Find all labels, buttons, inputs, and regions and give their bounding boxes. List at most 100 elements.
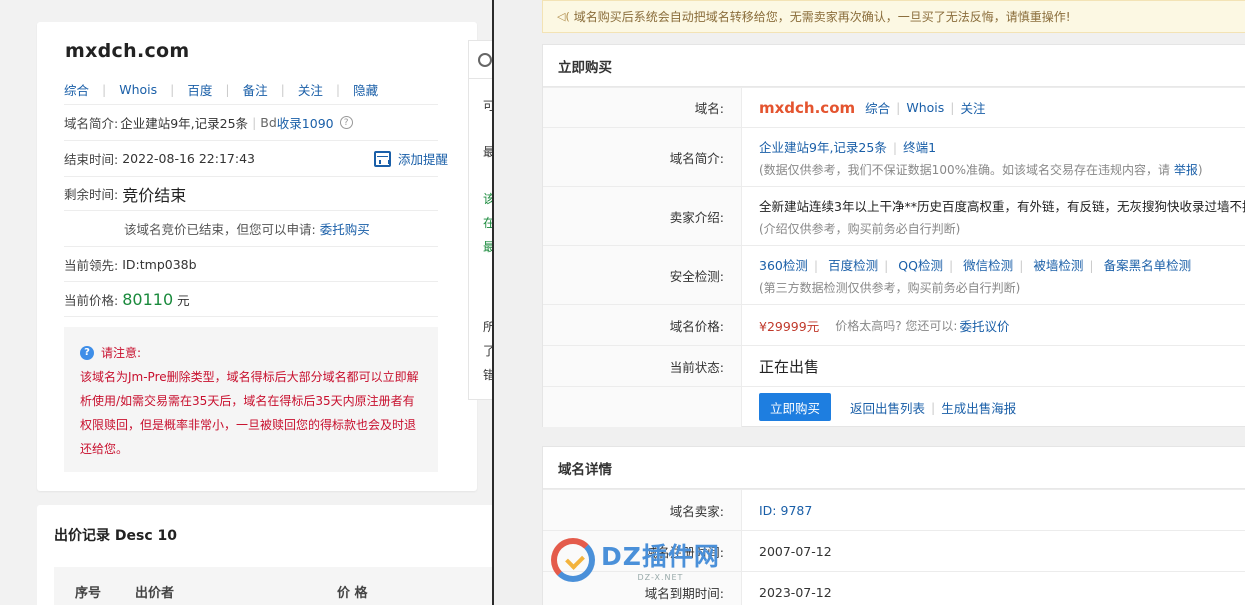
entrust-buy-link[interactable]: 委托购买 <box>320 219 370 238</box>
intro-label: 域名简介: <box>64 116 119 131</box>
link-baidu[interactable]: 百度 <box>187 80 212 99</box>
side-info-card: 可 最 该 在 最 所 了 错 <box>468 40 493 400</box>
seller-intro-row: 卖家介绍: 全新建站连续3年以上干净**历史百度高权重，有外链，有反链，无灰搜狗… <box>543 186 1245 245</box>
help-icon[interactable]: ? <box>339 116 353 129</box>
col-no: 序号 <box>75 586 102 601</box>
bd-label: Bd <box>260 115 277 130</box>
domain-auction-card: mxdch.com 综合 | Whois | 百度 | 备注 | 关注 | 隐藏 域名简介… <box>37 22 477 491</box>
price-hint: 价格太高吗? 您还可以: <box>835 318 958 333</box>
seller-label: 域名卖家: <box>543 490 742 530</box>
warning-text: 域名购买后系统会自动把域名转移给您，无需卖家再次确认，一旦买了无法反悔，请慎重操… <box>573 10 1071 24</box>
end-time-row: 结束时间: 2022-08-16 22:17:43 添加提醒 <box>64 140 448 176</box>
ended-note-row: 该域名竞价已结束，但您可以申请: 委托购买 <box>64 210 438 246</box>
col-bidder: 出价者 <box>135 586 175 601</box>
notice-title: 请注意: <box>101 346 142 360</box>
left-window: mxdch.com 综合 | Whois | 百度 | 备注 | 关注 | 隐藏 域名简介… <box>0 0 493 605</box>
notice-box: ? 请注意: 该域名为Jm-Pre删除类型，域名得标后大部分域名都可以立即解析使… <box>64 327 438 472</box>
intro-disclaimer-end: ) <box>1197 162 1203 177</box>
domain-label: 域名: <box>543 88 742 127</box>
link-note[interactable]: 备注 <box>243 80 268 99</box>
domain-link-summary[interactable]: 综合 <box>865 98 890 117</box>
end-time-value: 2022-08-16 22:17:43 <box>122 151 255 166</box>
link-follow[interactable]: 关注 <box>298 80 323 99</box>
price-label: 当前价格: <box>64 292 119 308</box>
right-window: ◁( 域名购买后系统会自动把域名转移给您，无需卖家再次确认，一旦买了无法反悔，请… <box>494 0 1245 605</box>
check-icp-blacklist[interactable]: 备案黑名单检测 <box>1104 258 1192 273</box>
domain-intro-row: 域名简介: 企业建站9年,记录25条 | 终端1 (数据仅供参考，我们不保证数据10… <box>543 127 1245 186</box>
domain-title: mxdch.com <box>65 40 190 62</box>
add-reminder-label: 添加提醒 <box>397 152 448 167</box>
detail-panel-title: 域名详情 <box>543 447 1245 489</box>
price-row: 当前价格: 80110 元 <box>64 281 438 317</box>
notice-text: 该域名为Jm-Pre删除类型，域名得标后大部分域名都可以立即解析使用/如需交易需… <box>80 370 419 456</box>
price-value: 80110 <box>122 289 174 309</box>
domain-intro-label: 域名简介: <box>543 128 742 186</box>
seller-id-link[interactable]: ID: 9787 <box>759 503 1245 518</box>
leader-row: 当前领先: ID:tmp038b <box>64 246 438 281</box>
domain-intro-value[interactable]: 企业建站9年,记录25条 <box>759 140 887 155</box>
watermark-text: DZ插件网 <box>601 542 720 571</box>
check-wechat[interactable]: 微信检测 <box>963 258 1013 273</box>
add-reminder-button[interactable]: 添加提醒 <box>373 149 448 168</box>
report-link[interactable]: 举报 <box>1174 163 1198 177</box>
watermark: DZ插件网 DZ-X.NET <box>551 537 720 582</box>
seller-intro-label: 卖家介绍: <box>543 187 742 245</box>
security-row: 安全检测: 360检测 | 百度检测 | QQ检测 | 微信检测 | 被墙检测 | 备案黑… <box>543 245 1245 304</box>
domain-link-whois[interactable]: Whois <box>906 100 944 115</box>
check-baidu[interactable]: 百度检测 <box>828 258 878 273</box>
check-360[interactable]: 360检测 <box>759 258 808 273</box>
domain-link-follow[interactable]: 关注 <box>961 98 986 117</box>
seller-row: 域名卖家: ID: 9787 <box>543 489 1245 530</box>
col-price: 价 格 <box>337 586 368 601</box>
domain-tool-links: 综合 | Whois | 百度 | 备注 | 关注 | 隐藏 <box>64 80 379 99</box>
security-label: 安全检测: <box>543 246 742 304</box>
bid-records-card: 出价记录 Desc 10 序号 出价者 价 格 <box>37 505 493 605</box>
link-whois[interactable]: Whois <box>119 82 157 97</box>
domain-price: ¥29999元 <box>759 318 820 334</box>
price-row-right: 域名价格: ¥29999元 价格太高吗? 您还可以: 委托议价 <box>543 304 1245 345</box>
speaker-icon: ◁( <box>557 10 570 23</box>
bid-table-header: 序号 出价者 价 格 <box>54 567 493 605</box>
status-label: 当前状态: <box>543 346 742 386</box>
security-note: (第三方数据检测仅供参考，购买前务必自行判断) <box>759 280 1021 295</box>
bid-records-title: 出价记录 Desc 10 <box>54 528 177 544</box>
warning-banner: ◁( 域名购买后系统会自动把域名转移给您，无需卖家再次确认，一旦买了无法反悔，请… <box>542 0 1245 33</box>
negotiate-link[interactable]: 委托议价 <box>959 316 1009 335</box>
poster-link[interactable]: 生成出售海报 <box>941 398 1016 417</box>
action-label-cell <box>543 387 742 427</box>
check-qq[interactable]: QQ检测 <box>898 258 943 273</box>
intro-value: 企业建站9年,记录25条 <box>120 116 249 131</box>
check-blocked[interactable]: 被墙检测 <box>1033 258 1083 273</box>
buy-now-button[interactable]: 立即购买 <box>759 393 831 421</box>
domain-price-label: 域名价格: <box>543 305 742 345</box>
remaining-label: 剩余时间: <box>64 187 119 202</box>
end-time-label: 结束时间: <box>64 152 119 167</box>
ended-note: 该域名竞价已结束，但您可以申请: <box>124 222 316 237</box>
calendar-icon <box>373 150 391 167</box>
question-icon: ? <box>80 346 94 360</box>
seller-intro-note: (介绍仅供参考，购买前务必自行判断) <box>759 221 961 236</box>
status-row: 当前状态: 正在出售 <box>543 345 1245 386</box>
status-value: 正在出售 <box>759 357 820 376</box>
buy-panel: 立即购买 域名: mxdch.com 综合 | Whois | 关注 域名简介: 企… <box>542 44 1245 427</box>
intro-row: 域名简介: 企业建站9年,记录25条 | Bd 收录1090 ? <box>64 104 438 140</box>
link-summary[interactable]: 综合 <box>64 80 89 99</box>
watermark-logo-icon <box>551 537 595 582</box>
leader-label: 当前领先: <box>64 257 119 273</box>
indexed-link[interactable]: 收录1090 <box>277 113 334 132</box>
domain-row: 域名: mxdch.com 综合 | Whois | 关注 <box>543 87 1245 127</box>
watermark-subtext: DZ-X.NET <box>637 573 684 582</box>
link-hide[interactable]: 隐藏 <box>353 80 378 99</box>
intro-disclaimer: (数据仅供参考，我们不保证数据100%准确。如该域名交易存在违规内容，请 <box>759 162 1170 177</box>
domain-name: mxdch.com <box>759 98 856 117</box>
action-row: 立即购买 返回出售列表 | 生成出售海报 <box>543 386 1245 427</box>
back-to-list-link[interactable]: 返回出售列表 <box>850 398 925 417</box>
buy-panel-title: 立即购买 <box>543 45 1245 87</box>
remaining-value: 竞价结束 <box>122 185 187 205</box>
exp-date: 2023-07-12 <box>759 584 832 600</box>
reg-date: 2007-07-12 <box>759 543 832 559</box>
price-unit: 元 <box>177 292 190 308</box>
terminal-link[interactable]: 终端1 <box>903 140 936 155</box>
lock-icon <box>478 53 492 67</box>
seller-intro-text: 全新建站连续3年以上干净**历史百度高权重，有外链，有反链，无灰搜狗快收录过墙不… <box>759 198 1245 214</box>
